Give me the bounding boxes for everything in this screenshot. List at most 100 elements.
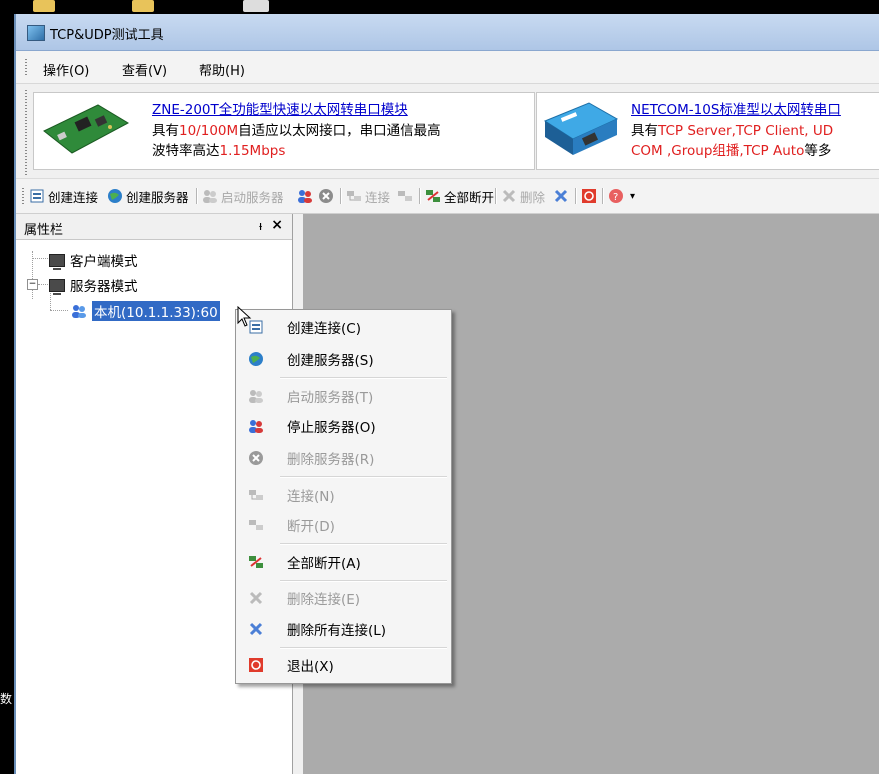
tree-node-server-mode-label: 服务器模式 [70, 279, 138, 295]
tb-connect-label: 连接 [365, 189, 391, 205]
ctx-delete-server[interactable]: 删除服务器(R) [238, 443, 449, 473]
server-users-icon [72, 305, 86, 318]
menubar-grip[interactable] [25, 59, 27, 75]
tree-node-client-mode[interactable]: 客户端模式 [49, 250, 138, 270]
ctx-stop-server-label: 停止服务器(O) [287, 420, 376, 436]
delete-disabled-icon [502, 189, 516, 203]
ad-2-line-2: COM ,Group组播,TCP Auto等多 [631, 139, 831, 159]
tree-node-local-server-label: 本机(10.1.1.33):60 [92, 301, 220, 321]
ctx-delete-server-label: 删除服务器(R) [287, 452, 375, 468]
ctx-exit[interactable]: 退出(X) [238, 650, 449, 680]
tb-disconnect-button[interactable] [397, 187, 413, 205]
ad-2-line-1-text: 具有 [631, 123, 658, 139]
toolbar: 创建连接 创建服务器 启动服务器 连接 全部断开 删除 ? ▾ [16, 178, 879, 214]
ctx-delete-all-connections-label: 删除所有连接(L) [287, 623, 387, 639]
panel-title: 属性栏 [24, 223, 64, 238]
tb-help-button[interactable]: ? [608, 187, 624, 205]
tb-delete-label: 删除 [520, 189, 546, 205]
ad-zne-200t[interactable]: ZNE-200T全功能型快速以太网转串口模块 具有10/100M自适应以太网接口… [33, 92, 535, 170]
tb-connect-button[interactable]: 连接 [346, 187, 390, 205]
ctx-delete-connection[interactable]: 删除连接(E) [238, 583, 449, 613]
tree-connector [32, 258, 48, 260]
ctx-connect-label: 连接(N) [287, 489, 335, 505]
stop-server-icon [298, 190, 312, 203]
ctx-stop-server[interactable]: 停止服务器(O) [238, 411, 449, 441]
ad-netcom-10s[interactable]: NETCOM-10S标准型以太网转串口 具有TCP Server,TCP Cli… [536, 92, 879, 170]
panel-close-icon[interactable]: × [271, 217, 283, 233]
panel-header: 属性栏 ᵼ × [16, 214, 292, 240]
ad-1-title[interactable]: ZNE-200T全功能型快速以太网转串口模块 [152, 98, 408, 118]
ad-2-line-1: 具有TCP Server,TCP Client, UD [631, 119, 833, 139]
desktop-icon-1[interactable] [33, 0, 55, 12]
title-bar[interactable]: TCP&UDP测试工具 [16, 14, 879, 51]
tree-node-client-mode-label: 客户端模式 [70, 254, 138, 270]
power-icon [582, 189, 596, 203]
tb-disconnect-all-button[interactable]: 全部断开 [425, 187, 494, 205]
delete-all-icon [554, 189, 568, 203]
tb-create-connection-button[interactable]: 创建连接 [29, 187, 98, 205]
ctx-delete-all-connections[interactable]: 删除所有连接(L) [238, 614, 449, 644]
computer-icon [49, 278, 65, 295]
tb-delete-all-button[interactable] [553, 187, 569, 205]
network-disabled-icon [249, 490, 263, 500]
toolbar-separator [419, 188, 421, 204]
ctx-disconnect[interactable]: 断开(D) [238, 510, 449, 540]
ad-banner: ZNE-200T全功能型快速以太网转串口模块 具有10/100M自适应以太网接口… [16, 84, 879, 184]
tb-start-server-label: 启动服务器 [221, 189, 284, 205]
stop-server-icon [249, 420, 263, 433]
menu-operation[interactable]: 操作(O) [43, 60, 89, 79]
ctx-create-server[interactable]: 创建服务器(S) [238, 344, 449, 374]
ad-2-title[interactable]: NETCOM-10S标准型以太网转串口 [631, 98, 841, 118]
tree-collapse-icon[interactable]: − [27, 279, 38, 290]
delete-disabled-icon [249, 591, 263, 605]
desktop-icon-2[interactable] [132, 0, 154, 12]
ctx-disconnect-all[interactable]: 全部断开(A) [238, 547, 449, 577]
network-disconnect-disabled-icon [249, 520, 263, 530]
tb-create-server-label: 创建服务器 [126, 189, 189, 205]
menu-help[interactable]: 帮助(H) [199, 60, 245, 79]
pin-icon[interactable]: ᵼ [259, 218, 262, 234]
banner-grip[interactable] [25, 90, 27, 176]
ctx-create-connection[interactable]: 创建连接(C) [238, 312, 449, 342]
ctx-disconnect-label: 断开(D) [287, 519, 335, 535]
globe-icon [108, 189, 122, 203]
ctx-separator [280, 476, 447, 478]
serial-device-image [543, 102, 619, 155]
tb-start-server-button[interactable]: 启动服务器 [202, 187, 284, 205]
tb-exit-button[interactable] [581, 187, 597, 205]
ad-1-line-2-text: 波特率高达 [152, 143, 220, 159]
ctx-separator [280, 647, 447, 649]
svg-text:?: ? [613, 192, 618, 203]
menu-view[interactable]: 查看(V) [122, 60, 167, 79]
tb-stop-server-button[interactable] [297, 187, 313, 205]
ctx-separator [280, 543, 447, 545]
tb-create-connection-label: 创建连接 [48, 189, 99, 205]
tb-delete-server-button[interactable] [318, 187, 334, 205]
ctx-exit-label: 退出(X) [287, 659, 334, 675]
menu-bar: 操作(O) 查看(V) 帮助(H) [16, 51, 879, 84]
ctx-connect[interactable]: 连接(N) [238, 480, 449, 510]
tree-node-server-mode[interactable]: 服务器模式 [49, 275, 138, 295]
ctx-disconnect-all-label: 全部断开(A) [287, 556, 361, 572]
tb-create-server-button[interactable]: 创建服务器 [107, 187, 189, 205]
toolbar-separator [575, 188, 577, 204]
toolbar-separator [602, 188, 604, 204]
circuit-board-image [43, 104, 130, 154]
ctx-start-server-label: 启动服务器(T) [287, 390, 374, 406]
ad-1-line-1: 具有10/100M自适应以太网接口，串口通信最高 [152, 119, 441, 139]
desktop-icon-3[interactable] [243, 0, 269, 12]
ad-2-line-2-highlight: COM ,Group组播,TCP Auto [631, 143, 805, 159]
toolbar-overflow-chevron-icon[interactable]: ▾ [630, 187, 635, 205]
ctx-separator [280, 580, 447, 582]
new-connection-icon [30, 189, 44, 203]
toolbar-separator [340, 188, 342, 204]
tree-node-local-server[interactable]: 本机(10.1.1.33):60 [71, 301, 220, 321]
tb-delete-button[interactable]: 删除 [501, 187, 545, 205]
ad-1-line-1-highlight: 10/100M [179, 123, 239, 139]
computer-icon [49, 253, 65, 270]
toolbar-grip[interactable] [22, 188, 24, 204]
tree-connector [38, 284, 48, 286]
ad-2-line-2-text: 等多 [804, 143, 832, 159]
ctx-start-server[interactable]: 启动服务器(T) [238, 381, 449, 411]
desktop-partial-text: 数 [0, 692, 13, 706]
